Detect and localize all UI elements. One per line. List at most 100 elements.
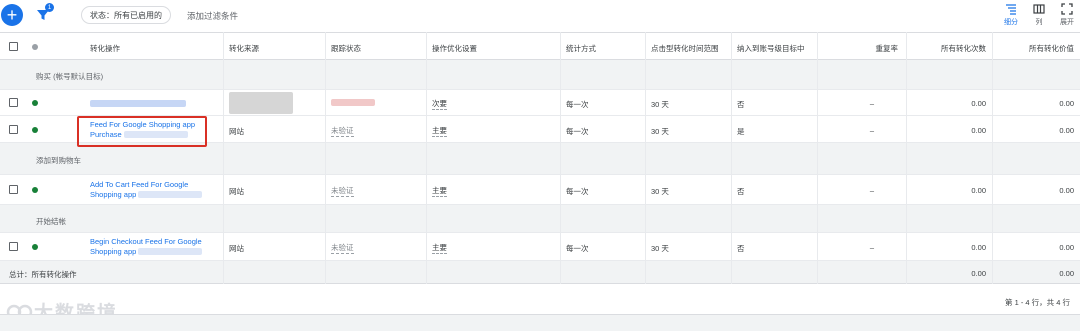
include-value: 是 — [737, 127, 745, 136]
row-checkbox[interactable] — [9, 125, 18, 134]
tracking-status[interactable]: 未验证 — [331, 185, 354, 197]
conversions-value: 0.00 — [971, 243, 986, 252]
value-value: 0.00 — [1059, 243, 1074, 252]
col-header-action[interactable]: 转化操作 — [90, 43, 120, 54]
optimization-value[interactable]: 主要 — [432, 242, 447, 254]
table-header: 转化操作 转化来源 跟踪状态 操作优化设置 统计方式 点击型转化时间范围 纳入到… — [0, 32, 1080, 60]
footer-bar — [0, 314, 1080, 331]
expand-icon — [1061, 3, 1073, 15]
col-header-conversions[interactable]: 所有转化次数 — [941, 43, 986, 54]
counting-value: 每一次 — [566, 244, 589, 253]
window-value: 30 天 — [651, 100, 669, 109]
column-divider — [560, 32, 561, 284]
enabled-status-dot — [32, 187, 38, 193]
blurred-action-name — [90, 100, 186, 107]
blurred-source — [229, 92, 293, 114]
toolbar: + 1 状态：所有已启用的 添加过滤条件 细分 列 展开 — [0, 0, 1080, 32]
plus-icon: + — [6, 5, 18, 25]
enabled-status-dot — [32, 100, 38, 106]
group-row: 购买 (帐号默认目标) — [0, 60, 1080, 90]
filter-count-badge: 1 — [45, 3, 54, 12]
col-header-repeat[interactable]: 重复率 — [876, 43, 899, 54]
conversions-value: 0.00 — [971, 126, 986, 135]
conversion-action-link-line2[interactable]: Shopping app — [90, 247, 136, 256]
column-divider — [906, 32, 907, 284]
segment-icon — [1006, 4, 1016, 15]
column-divider — [325, 32, 326, 284]
value-value: 0.00 — [1059, 99, 1074, 108]
group-row: 开始结帐 — [0, 205, 1080, 233]
total-conversions: 0.00 — [971, 269, 986, 278]
segment-button[interactable]: 细分 — [998, 3, 1024, 27]
repeat-value: – — [869, 243, 874, 252]
columns-label: 列 — [1035, 19, 1043, 26]
table-row[interactable]: 次要 每一次 30 天 否 – 0.00 0.00 — [0, 90, 1080, 116]
col-header-status[interactable]: 跟踪状态 — [331, 43, 361, 54]
repeat-value: – — [869, 126, 874, 135]
column-divider — [992, 32, 993, 284]
total-label: 总计：所有转化操作 — [9, 270, 77, 279]
window-value: 30 天 — [651, 127, 669, 136]
counting-value: 每一次 — [566, 100, 589, 109]
columns-icon — [1033, 4, 1045, 14]
source-value: 网站 — [229, 127, 244, 136]
col-header-counting[interactable]: 统计方式 — [566, 43, 596, 54]
total-value: 0.00 — [1059, 269, 1074, 278]
col-header-window[interactable]: 点击型转化时间范围 — [651, 43, 719, 54]
status-header-dot — [32, 44, 38, 50]
add-filter-button[interactable]: 添加过滤条件 — [187, 10, 238, 22]
tracking-status[interactable]: 未验证 — [331, 125, 354, 137]
conversion-action-link[interactable]: Begin Checkout Feed For Google — [90, 237, 202, 246]
value-value: 0.00 — [1059, 186, 1074, 195]
column-divider — [426, 32, 427, 284]
row-checkbox[interactable] — [9, 242, 18, 251]
include-value: 否 — [737, 100, 745, 109]
select-all-checkbox[interactable] — [9, 42, 18, 51]
group-title: 开始结帐 — [36, 217, 66, 226]
col-header-source[interactable]: 转化来源 — [229, 43, 259, 54]
optimization-value[interactable]: 主要 — [432, 125, 447, 137]
blurred-suffix — [138, 248, 202, 255]
group-title: 购买 (帐号默认目标) — [36, 72, 104, 81]
enabled-status-dot — [32, 244, 38, 250]
column-divider — [645, 32, 646, 284]
counting-value: 每一次 — [566, 127, 589, 136]
enabled-status-dot — [32, 127, 38, 133]
conversion-action-link[interactable]: Add To Cart Feed For Google — [90, 180, 188, 189]
conversions-value: 0.00 — [971, 186, 986, 195]
conversions-value: 0.00 — [971, 99, 986, 108]
window-value: 30 天 — [651, 244, 669, 253]
group-title: 添加到购物车 — [36, 156, 81, 165]
group-row: 添加到购物车 — [0, 143, 1080, 175]
blurred-status — [331, 99, 375, 106]
pagination: 第 1 - 4 行，共 4 行 — [0, 290, 1080, 314]
table-row[interactable]: Add To Cart Feed For Google Shopping app… — [0, 175, 1080, 205]
include-value: 否 — [737, 244, 745, 253]
source-value: 网站 — [229, 244, 244, 253]
col-header-value[interactable]: 所有转化价值 — [1029, 43, 1074, 54]
tracking-status[interactable]: 未验证 — [331, 242, 354, 254]
column-divider — [731, 32, 732, 284]
repeat-value: – — [869, 99, 874, 108]
column-divider — [817, 32, 818, 284]
status-filter-chip[interactable]: 状态：所有已启用的 — [81, 6, 171, 24]
counting-value: 每一次 — [566, 187, 589, 196]
optimization-value[interactable]: 次要 — [432, 98, 447, 110]
conversion-action-link-line2[interactable]: Shopping app — [90, 190, 136, 199]
table-row[interactable]: Begin Checkout Feed For Google Shopping … — [0, 233, 1080, 261]
repeat-value: – — [869, 186, 874, 195]
row-checkbox[interactable] — [9, 185, 18, 194]
expand-label: 展开 — [1060, 19, 1074, 26]
optimization-value[interactable]: 主要 — [432, 185, 447, 197]
source-value: 网站 — [229, 187, 244, 196]
expand-button[interactable]: 展开 — [1054, 3, 1080, 27]
add-button[interactable]: + — [1, 4, 23, 26]
highlight-box — [77, 116, 207, 147]
row-checkbox[interactable] — [9, 98, 18, 107]
col-header-include[interactable]: 纳入到账号级目标中 — [737, 43, 805, 54]
window-value: 30 天 — [651, 187, 669, 196]
col-header-optimization[interactable]: 操作优化设置 — [432, 43, 477, 54]
column-divider — [223, 32, 224, 284]
columns-button[interactable]: 列 — [1026, 3, 1052, 27]
pagination-text: 第 1 - 4 行，共 4 行 — [1004, 298, 1070, 307]
